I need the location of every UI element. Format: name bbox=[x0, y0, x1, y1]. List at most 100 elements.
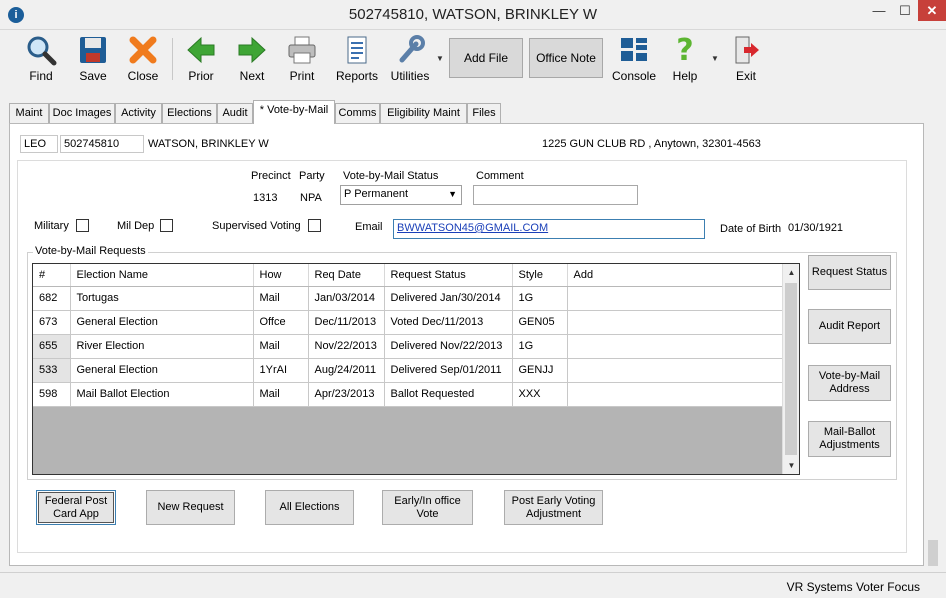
col-header-req-date[interactable]: Req Date bbox=[308, 264, 385, 287]
cell-req-date: Apr/23/2013 bbox=[308, 382, 385, 407]
status-text: VR Systems Voter Focus bbox=[786, 580, 920, 594]
scroll-down-icon[interactable]: ▼ bbox=[783, 457, 799, 474]
utilities-button[interactable]: Utilities bbox=[386, 32, 434, 84]
exit-button[interactable]: Exit bbox=[727, 32, 765, 84]
military-checkbox[interactable] bbox=[76, 219, 89, 232]
party-label: Party bbox=[299, 170, 325, 182]
cell-how: 1YrAI bbox=[253, 358, 309, 383]
reports-label: Reports bbox=[335, 69, 379, 83]
report-document-icon bbox=[347, 36, 367, 64]
audit-report-button[interactable]: Audit Report bbox=[808, 309, 891, 344]
federal-post-card-app-button[interactable]: Federal Post Card App bbox=[36, 490, 116, 525]
supervised-voting-checkbox[interactable] bbox=[308, 219, 321, 232]
table-row[interactable]: 682 Tortugas Mail Jan/03/2014 Delivered … bbox=[33, 286, 783, 311]
utilities-dropdown-icon[interactable]: ▼ bbox=[436, 54, 444, 63]
tab-vote-by-mail[interactable]: * Vote-by-Mail bbox=[253, 100, 335, 124]
maximize-button[interactable]: ☐ bbox=[892, 0, 918, 21]
requests-group-label: Vote-by-Mail Requests bbox=[33, 245, 148, 257]
col-header-style[interactable]: Style bbox=[512, 264, 568, 287]
help-button[interactable]: ? Help bbox=[667, 32, 703, 84]
col-header-election-name[interactable]: Election Name bbox=[70, 264, 254, 287]
cell-number: 673 bbox=[33, 310, 71, 335]
requests-grid: # Election Name How Req Date Request Sta… bbox=[32, 263, 800, 475]
tab-doc-images[interactable]: Doc Images bbox=[49, 103, 115, 123]
grid-scrollbar[interactable]: ▲ ▼ bbox=[782, 264, 799, 474]
scroll-up-icon[interactable]: ▲ bbox=[783, 264, 799, 281]
all-elections-button[interactable]: All Elections bbox=[265, 490, 354, 525]
print-button[interactable]: Print bbox=[281, 32, 323, 84]
cell-req-date: Nov/22/2013 bbox=[308, 334, 385, 359]
col-header-add[interactable]: Add bbox=[567, 264, 783, 287]
console-button[interactable]: Console bbox=[611, 32, 657, 84]
cell-style: 1G bbox=[512, 286, 568, 311]
minimize-button[interactable]: — bbox=[866, 0, 892, 21]
tab-comms[interactable]: Comms bbox=[335, 103, 380, 123]
save-button[interactable]: Save bbox=[72, 32, 114, 84]
comment-label: Comment bbox=[476, 170, 524, 182]
chevron-down-icon: ▼ bbox=[448, 189, 457, 199]
early-in-office-vote-button[interactable]: Early/In office Vote bbox=[382, 490, 473, 525]
cell-request-status: Delivered Sep/01/2011 bbox=[384, 358, 513, 383]
close-window-button[interactable]: ✕ bbox=[918, 0, 946, 21]
add-file-button[interactable]: Add File bbox=[449, 38, 523, 78]
next-button[interactable]: Next bbox=[231, 32, 273, 84]
cell-how: Mail bbox=[253, 382, 309, 407]
window-scrollbar[interactable] bbox=[928, 540, 938, 566]
tab-elections[interactable]: Elections bbox=[162, 103, 217, 123]
post-early-voting-adjustment-button[interactable]: Post Early Voting Adjustment bbox=[504, 490, 603, 525]
vbm-address-button[interactable]: Vote-by-Mail Address bbox=[808, 365, 891, 401]
prior-label: Prior bbox=[188, 69, 214, 83]
mil-dep-label: Mil Dep bbox=[117, 220, 155, 232]
close-button[interactable]: Close bbox=[122, 32, 164, 84]
new-request-button[interactable]: New Request bbox=[146, 490, 235, 525]
comment-input[interactable] bbox=[473, 185, 638, 205]
table-row[interactable]: 533 General Election 1YrAI Aug/24/2011 D… bbox=[33, 358, 783, 383]
tab-audit[interactable]: Audit bbox=[217, 103, 253, 123]
cell-style: GENJJ bbox=[512, 358, 568, 383]
email-label: Email bbox=[355, 221, 383, 233]
request-status-button[interactable]: Request Status bbox=[808, 255, 891, 290]
tab-eligibility-maint[interactable]: Eligibility Maint bbox=[380, 103, 467, 123]
cell-style: GEN05 bbox=[512, 310, 568, 335]
office-note-button[interactable]: Office Note bbox=[529, 38, 603, 78]
table-row[interactable]: 655 River Election Mail Nov/22/2013 Deli… bbox=[33, 334, 783, 359]
reports-button[interactable]: Reports bbox=[334, 32, 380, 84]
table-row[interactable]: 598 Mail Ballot Election Mail Apr/23/201… bbox=[33, 382, 783, 407]
close-label: Close bbox=[127, 69, 159, 83]
tab-activity[interactable]: Activity bbox=[115, 103, 162, 123]
cell-how: Offce bbox=[253, 310, 309, 335]
cell-add bbox=[567, 310, 783, 335]
help-label: Help bbox=[672, 69, 698, 83]
find-button[interactable]: Find bbox=[20, 32, 62, 84]
print-label: Print bbox=[289, 69, 315, 83]
window-title: 502745810, WATSON, BRINKLEY W bbox=[348, 6, 598, 23]
email-input[interactable]: BWWATSON45@GMAIL.COM bbox=[393, 219, 705, 239]
cell-add bbox=[567, 286, 783, 311]
cell-election-name: General Election bbox=[70, 310, 254, 335]
tab-maint[interactable]: Maint bbox=[9, 103, 49, 123]
toolbar: Find Save Close Prior Next Print Reports… bbox=[0, 30, 946, 86]
vbm-status-select[interactable]: P Permanent ▼ bbox=[340, 185, 462, 205]
help-dropdown-icon[interactable]: ▼ bbox=[711, 54, 719, 63]
col-header-how[interactable]: How bbox=[253, 264, 309, 287]
cell-style: XXX bbox=[512, 382, 568, 407]
cell-add bbox=[567, 334, 783, 359]
cell-req-date: Aug/24/2011 bbox=[308, 358, 385, 383]
console-grid-icon bbox=[621, 38, 647, 61]
table-header-row: # Election Name How Req Date Request Sta… bbox=[33, 264, 783, 287]
col-header-number[interactable]: # bbox=[33, 264, 71, 287]
party-value: NPA bbox=[296, 189, 328, 207]
voter-name: WATSON, BRINKLEY W bbox=[148, 138, 269, 150]
magnifier-icon bbox=[27, 36, 57, 66]
scroll-thumb[interactable] bbox=[785, 283, 797, 455]
cell-number: 682 bbox=[33, 286, 71, 311]
table-row[interactable]: 673 General Election Offce Dec/11/2013 V… bbox=[33, 310, 783, 335]
dob-value: 01/30/1921 bbox=[784, 219, 876, 237]
mail-ballot-adjustments-button[interactable]: Mail-Ballot Adjustments bbox=[808, 421, 891, 457]
cell-add bbox=[567, 382, 783, 407]
tab-files[interactable]: Files bbox=[467, 103, 501, 123]
prior-button[interactable]: Prior bbox=[180, 32, 222, 84]
cell-request-status: Delivered Jan/30/2014 bbox=[384, 286, 513, 311]
mil-dep-checkbox[interactable] bbox=[160, 219, 173, 232]
col-header-request-status[interactable]: Request Status bbox=[384, 264, 513, 287]
